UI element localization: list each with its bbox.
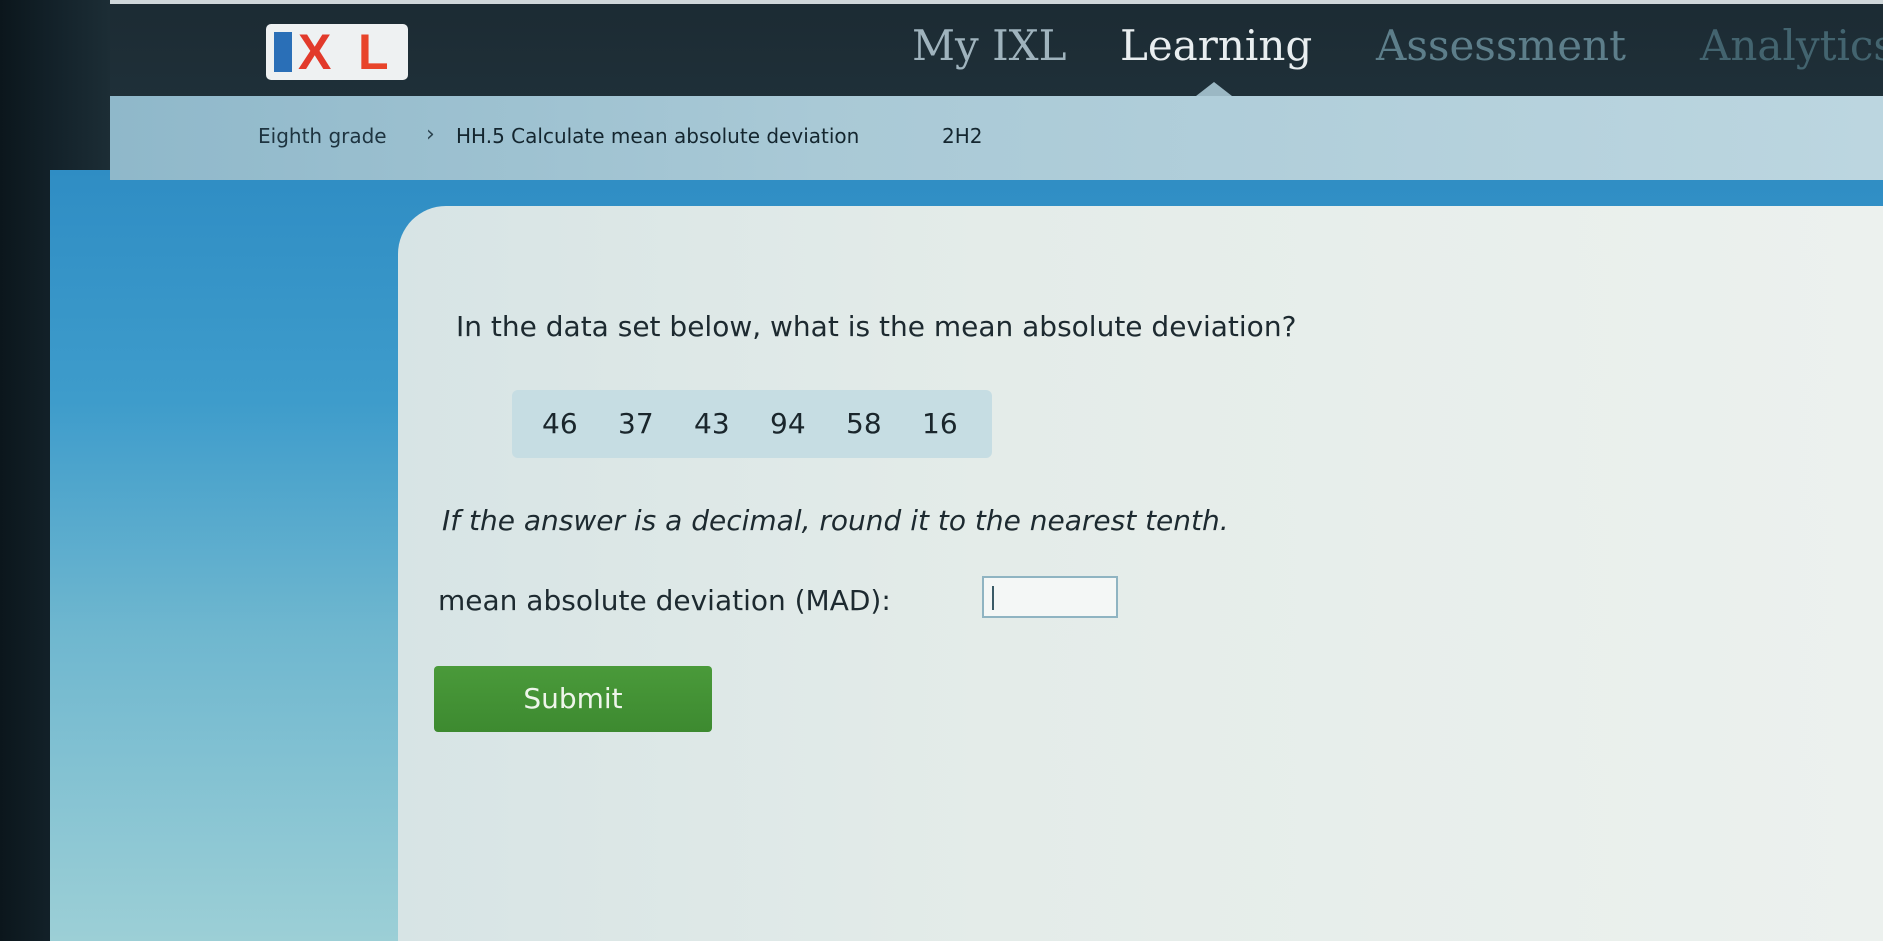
- active-nav-caret-icon: [1196, 82, 1232, 96]
- nav-item-learning[interactable]: Learning: [1120, 18, 1312, 74]
- logo-l-glyph: L: [358, 24, 389, 80]
- data-value: 94: [770, 407, 806, 440]
- mad-answer-label: mean absolute deviation (MAD):: [438, 584, 891, 617]
- data-value: 46: [542, 407, 578, 440]
- nav-item-my-ixl[interactable]: My IXL: [912, 18, 1066, 74]
- chevron-right-icon: ›: [426, 122, 435, 147]
- data-value: 58: [846, 407, 882, 440]
- screen: X L My IXL Learning Assessment Analytics…: [0, 0, 1883, 941]
- data-value: 37: [618, 407, 654, 440]
- data-value: 16: [922, 407, 958, 440]
- question-prompt: In the data set below, what is the mean …: [456, 310, 1297, 343]
- breadcrumb-skill-title: HH.5 Calculate mean absolute deviation: [456, 124, 860, 148]
- data-set-values: 46 37 43 94 58 16: [542, 407, 998, 440]
- logo-i-bar: [274, 32, 292, 72]
- top-edge-line: [110, 0, 1883, 4]
- breadcrumb-grade-link[interactable]: Eighth grade: [258, 124, 387, 148]
- mad-answer-input[interactable]: [982, 576, 1118, 618]
- nav-item-assessment[interactable]: Assessment: [1376, 18, 1626, 74]
- text-cursor: [992, 586, 994, 610]
- breadcrumb: Eighth grade › HH.5 Calculate mean absol…: [110, 96, 1883, 180]
- ixl-logo[interactable]: X L: [266, 24, 408, 80]
- breadcrumb-skill-code: 2H2: [942, 124, 983, 148]
- data-value: 43: [694, 407, 730, 440]
- data-set-box: 46 37 43 94 58 16: [512, 390, 992, 458]
- submit-button[interactable]: Submit: [434, 666, 712, 732]
- rounding-hint: If the answer is a decimal, round it to …: [442, 504, 1229, 537]
- nav-item-analytics[interactable]: Analytics: [1700, 18, 1883, 74]
- logo-x-glyph: X: [298, 24, 331, 80]
